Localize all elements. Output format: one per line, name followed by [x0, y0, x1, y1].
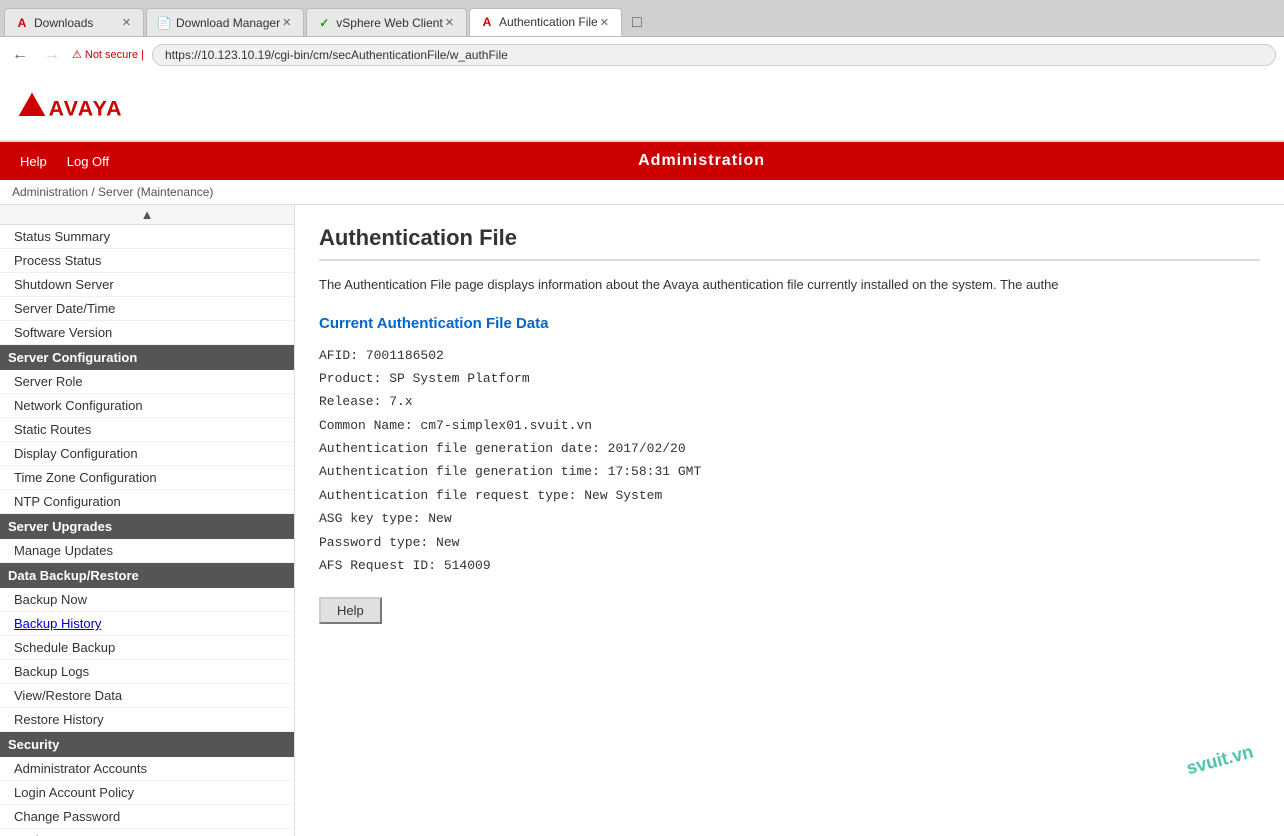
browser-tab-tab1[interactable]: A Downloads ✕ — [4, 8, 144, 36]
sidebar-item-schedule-backup[interactable]: Schedule Backup — [0, 636, 294, 660]
sidebar-item-network-configuration[interactable]: Network Configuration — [0, 394, 294, 418]
sidebar-section-server-upgrades: Server Upgrades — [0, 514, 294, 539]
sidebar-item-administrator-accounts[interactable]: Administrator Accounts — [0, 757, 294, 781]
sidebar-item-process-status[interactable]: Process Status — [0, 249, 294, 273]
sidebar-section-server-configuration: Server Configuration — [0, 345, 294, 370]
auth-data-line: ASG key type: New — [319, 507, 1260, 530]
avaya-logo: AVAYA — [12, 81, 132, 131]
sidebar-item-login-account-policy[interactable]: Login Account Policy — [0, 781, 294, 805]
auth-data-line: Authentication file generation date: 201… — [319, 437, 1260, 460]
sidebar-item-change-password[interactable]: Change Password — [0, 805, 294, 829]
separator: | — [141, 49, 144, 61]
tab-label: Authentication File — [499, 15, 598, 29]
sidebar-item-backup-history[interactable]: Backup History — [0, 612, 294, 636]
sidebar-item-manage-updates[interactable]: Manage Updates — [0, 539, 294, 563]
auth-data-line: Common Name: cm7-simplex01.svuit.vn — [319, 414, 1260, 437]
back-button[interactable]: ← — [8, 44, 32, 66]
breadcrumb-text: Administration / Server (Maintenance) — [12, 185, 213, 199]
security-badge: ⚠ Not secure | — [72, 48, 144, 61]
tab-label: Download Manager — [176, 16, 280, 30]
tab-bar: A Downloads ✕ 📄 Download Manager ✕ ✓ vSp… — [0, 0, 1284, 36]
page-description: The Authentication File page displays in… — [319, 275, 1260, 295]
sidebar-item-backup-logs[interactable]: Backup Logs — [0, 660, 294, 684]
sidebar-item-restore-history[interactable]: Restore History — [0, 708, 294, 732]
auth-data-line: Release: 7.x — [319, 390, 1260, 413]
sidebar-item-software-version[interactable]: Software Version — [0, 321, 294, 345]
sidebar-item-status-summary[interactable]: Status Summary — [0, 225, 294, 249]
browser-tab-tab4[interactable]: A Authentication File ✕ — [469, 8, 622, 36]
tab-icon: A — [480, 15, 494, 29]
browser-chrome: A Downloads ✕ 📄 Download Manager ✕ ✓ vSp… — [0, 0, 1284, 72]
tab-icon: 📄 — [157, 16, 171, 30]
sidebar-item-backup-now[interactable]: Backup Now — [0, 588, 294, 612]
content-area: Authentication File The Authentication F… — [295, 205, 1284, 836]
sidebar-item-time-zone-configuration[interactable]: Time Zone Configuration — [0, 466, 294, 490]
forward-button[interactable]: → — [40, 44, 64, 66]
help-button[interactable]: Help — [319, 597, 382, 624]
svg-text:AVAYA: AVAYA — [49, 96, 123, 120]
tab-close-icon[interactable]: ✕ — [280, 16, 293, 29]
tab-icon: ✓ — [317, 16, 331, 30]
auth-data-block: AFID: 7001186502Product: SP System Platf… — [319, 344, 1260, 578]
sidebar-item-view/restore-data[interactable]: View/Restore Data — [0, 684, 294, 708]
auth-data-line: AFS Request ID: 514009 — [319, 554, 1260, 577]
address-bar: ← → ⚠ Not secure | https://10.123.10.19/… — [0, 36, 1284, 72]
auth-data-line: Authentication file generation time: 17:… — [319, 460, 1260, 483]
tab-close-icon[interactable]: ✕ — [120, 16, 133, 29]
sidebar-item-display-configuration[interactable]: Display Configuration — [0, 442, 294, 466]
sidebar-section-data-backup/restore: Data Backup/Restore — [0, 563, 294, 588]
warning-icon: ⚠ — [72, 48, 82, 61]
tab-label: vSphere Web Client — [336, 16, 443, 30]
sidebar-content: Status SummaryProcess StatusShutdown Ser… — [0, 225, 294, 836]
sidebar-item-server-date/time[interactable]: Server Date/Time — [0, 297, 294, 321]
new-tab-button[interactable]: □ — [624, 10, 650, 36]
main-layout: ▲ Status SummaryProcess StatusShutdown S… — [0, 205, 1284, 836]
auth-data-line: AFID: 7001186502 — [319, 344, 1260, 367]
auth-data-line: Password type: New — [319, 531, 1260, 554]
avaya-header: AVAYA — [0, 72, 1284, 142]
tab-label: Downloads — [34, 16, 93, 30]
sidebar-item-static-routes[interactable]: Static Routes — [0, 418, 294, 442]
sidebar-scroll-up[interactable]: ▲ — [0, 205, 294, 225]
sidebar-item-server-role[interactable]: Server Role — [0, 370, 294, 394]
url-input[interactable]: https://10.123.10.19/cgi-bin/cm/secAuthe… — [152, 44, 1276, 66]
tab-icon: A — [15, 16, 29, 30]
menu-links: Help Log Off — [0, 146, 119, 177]
browser-tab-tab2[interactable]: 📄 Download Manager ✕ — [146, 8, 304, 36]
menu-bar: Help Log Off Administration — [0, 142, 1284, 180]
breadcrumb: Administration / Server (Maintenance) — [0, 180, 1284, 205]
sidebar-section-security: Security — [0, 732, 294, 757]
avaya-logo-svg: AVAYA — [12, 81, 132, 131]
auth-data-line: Authentication file request type: New Sy… — [319, 484, 1260, 507]
browser-tab-tab3[interactable]: ✓ vSphere Web Client ✕ — [306, 8, 467, 36]
sidebar: ▲ Status SummaryProcess StatusShutdown S… — [0, 205, 295, 836]
auth-data-line: Product: SP System Platform — [319, 367, 1260, 390]
sidebar-item-shutdown-server[interactable]: Shutdown Server — [0, 273, 294, 297]
sidebar-item-login-reports[interactable]: Login Reports — [0, 829, 294, 836]
section-title: Current Authentication File Data — [319, 315, 1260, 332]
tab-close-icon[interactable]: ✕ — [443, 16, 456, 29]
help-link[interactable]: Help — [10, 146, 57, 177]
sidebar-item-ntp-configuration[interactable]: NTP Configuration — [0, 490, 294, 514]
tab-close-icon[interactable]: ✕ — [598, 16, 611, 29]
security-text: Not secure — [85, 49, 138, 61]
menu-title: Administration — [119, 152, 1284, 170]
page-title: Authentication File — [319, 225, 1260, 261]
logoff-link[interactable]: Log Off — [57, 146, 119, 177]
